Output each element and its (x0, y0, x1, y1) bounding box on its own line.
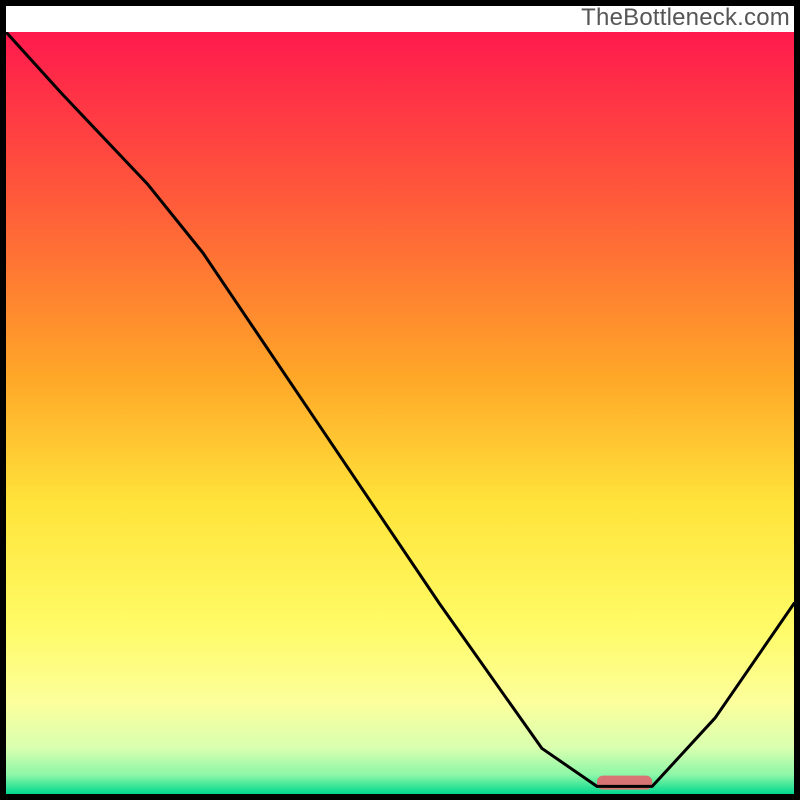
chart-background (6, 32, 794, 794)
chart-frame: TheBottleneck.com (0, 0, 800, 800)
watermark-text: TheBottleneck.com (581, 4, 790, 32)
chart-plot-area (6, 32, 794, 794)
chart-svg (6, 32, 794, 794)
